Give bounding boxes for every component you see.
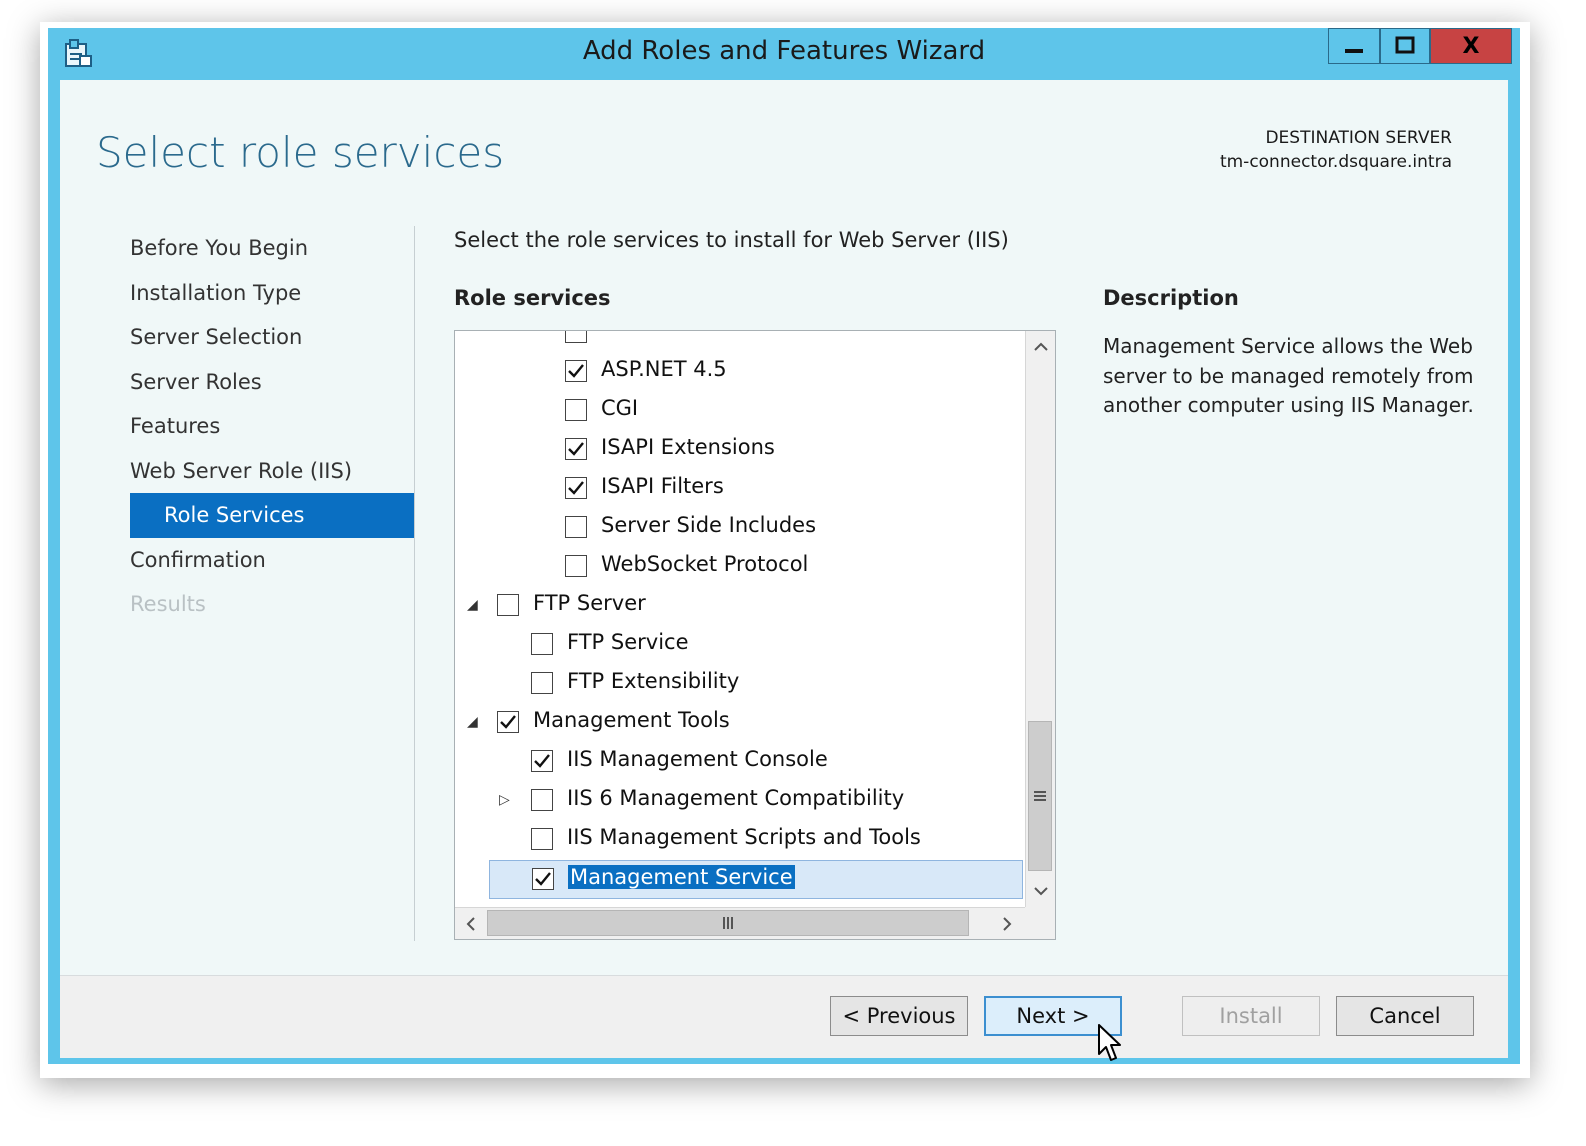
nav-item-features[interactable]: Features	[130, 404, 414, 449]
wizard-navigation: Before You Begin Installation Type Server …	[130, 226, 414, 627]
tree-row[interactable]: FTP Extensibility	[455, 665, 1023, 704]
tree-row[interactable]: FTP Service	[455, 626, 1023, 665]
grip-icon	[1034, 791, 1046, 801]
collapsed-triangle-icon[interactable]: ▷	[499, 792, 510, 808]
mouse-cursor-icon	[1098, 1024, 1121, 1061]
vertical-scrollbar[interactable]	[1025, 331, 1055, 907]
cancel-button[interactable]: Cancel	[1336, 996, 1474, 1036]
chevron-left-icon	[466, 916, 475, 931]
close-icon: X	[1462, 33, 1480, 59]
checkbox[interactable]	[565, 516, 587, 538]
expanded-triangle-icon[interactable]: ◢	[467, 597, 478, 613]
tree-row-label: FTP Extensibility	[567, 669, 740, 693]
tree-row-label: WebSocket Protocol	[601, 552, 809, 576]
tree-row-label: ASP.NET 4.5	[601, 357, 727, 381]
tree-row[interactable]: CGI	[455, 392, 1023, 431]
tree-row[interactable]: IIS Management Scripts and Tools	[455, 821, 1023, 860]
nav-item-installation-type[interactable]: Installation Type	[130, 271, 414, 316]
destination-server-name: tm-connector.dsquare.intra	[1219, 152, 1452, 172]
tree-row[interactable]: ◢ Management Tools	[455, 704, 1023, 743]
tree-row[interactable]: ISAPI Filters	[455, 470, 1023, 509]
description-text: Management Service allows the Web server…	[1103, 334, 1474, 417]
minimize-icon	[1345, 49, 1363, 53]
previous-button[interactable]: < Previous	[830, 996, 968, 1036]
horizontal-scroll-thumb[interactable]	[487, 910, 969, 936]
wizard-window: Add Roles and Features Wizard X Select r…	[48, 28, 1520, 1064]
tree-row-label: Server Side Includes	[601, 513, 817, 537]
tree-row[interactable]: Server Side Includes	[455, 509, 1023, 548]
title-bar[interactable]: Add Roles and Features Wizard X	[48, 28, 1520, 80]
tree-row-label: FTP Server	[533, 591, 646, 615]
nav-item-role-services[interactable]: Role Services	[130, 493, 414, 538]
nav-item-before-you-begin[interactable]: Before You Begin	[130, 226, 414, 271]
vertical-scroll-thumb[interactable]	[1028, 721, 1052, 871]
checkbox[interactable]	[497, 711, 519, 733]
tree-row-label: ISAPI Extensions	[601, 435, 775, 459]
tree-row[interactable]: ASP.NET 4.5	[455, 353, 1023, 392]
role-services-heading: Role services	[454, 286, 611, 310]
tree-row[interactable]: Management Service	[489, 860, 1023, 899]
role-services-tree[interactable]: ASP.NET 4.5 CGI ISAPI Extensions ISAPI Filt…	[454, 330, 1056, 940]
scrollbar-corner	[1025, 907, 1055, 939]
checkbox[interactable]	[531, 633, 553, 655]
horizontal-scrollbar[interactable]	[455, 907, 1025, 939]
maximize-button[interactable]	[1380, 28, 1430, 64]
tree-row-partial	[455, 331, 1023, 353]
tree-row[interactable]: WebSocket Protocol	[455, 548, 1023, 587]
checkbox[interactable]	[565, 477, 587, 499]
checkbox[interactable]	[565, 555, 587, 577]
tree-row[interactable]: ISAPI Extensions	[455, 431, 1023, 470]
tree-row[interactable]: ◢ FTP Server	[455, 587, 1023, 626]
nav-item-server-selection[interactable]: Server Selection	[130, 315, 414, 360]
tree-row-label: Management Tools	[533, 708, 730, 732]
tree-row-label: IIS Management Scripts and Tools	[567, 825, 921, 849]
nav-item-server-roles[interactable]: Server Roles	[130, 360, 414, 405]
nav-item-web-server-role-iis[interactable]: Web Server Role (IIS)	[130, 449, 414, 494]
wizard-footer: < Previous Next > Install Cancel	[60, 975, 1508, 1058]
tree-row[interactable]: ▷ IIS 6 Management Compatibility	[455, 782, 1023, 821]
chevron-up-icon	[1033, 342, 1048, 351]
checkbox[interactable]	[497, 594, 519, 616]
checkbox[interactable]	[531, 672, 553, 694]
minimize-button[interactable]	[1328, 28, 1380, 64]
tree-row-label: IIS Management Console	[567, 747, 828, 771]
nav-item-confirmation[interactable]: Confirmation	[130, 538, 414, 583]
maximize-icon	[1395, 36, 1415, 54]
tree-row-label: CGI	[601, 396, 639, 420]
tree-row-label: Management Service	[568, 865, 795, 889]
window-title: Add Roles and Features Wizard	[582, 36, 986, 66]
scroll-up-button[interactable]	[1026, 331, 1055, 361]
tree-row-label: ISAPI Filters	[601, 474, 724, 498]
close-button[interactable]: X	[1430, 28, 1512, 64]
checkbox[interactable]	[565, 360, 587, 382]
checkbox[interactable]	[565, 331, 587, 343]
checkbox[interactable]	[531, 828, 553, 850]
nav-item-results: Results	[130, 592, 206, 616]
grip-icon	[723, 917, 733, 929]
checkbox[interactable]	[532, 868, 554, 890]
description-heading: Description	[1103, 286, 1239, 310]
expanded-triangle-icon[interactable]: ◢	[467, 714, 478, 730]
scroll-down-button[interactable]	[1026, 877, 1055, 907]
destination-server-label: DESTINATION SERVER	[1265, 128, 1452, 148]
wizard-client-area: Select role services DESTINATION SERVER …	[60, 80, 1508, 1058]
instruction-text: Select the role services to install for …	[454, 228, 1009, 252]
install-button[interactable]: Install	[1182, 996, 1320, 1036]
scroll-left-button[interactable]	[455, 908, 485, 939]
tree-row-label: IIS 6 Management Compatibility	[567, 786, 905, 810]
nav-divider	[414, 226, 415, 941]
chevron-down-icon	[1033, 887, 1048, 896]
chevron-right-icon	[1003, 916, 1012, 931]
checkbox[interactable]	[565, 438, 587, 460]
checkbox[interactable]	[531, 789, 553, 811]
checkbox[interactable]	[565, 399, 587, 421]
checkbox[interactable]	[531, 750, 553, 772]
scroll-right-button[interactable]	[993, 908, 1023, 939]
page-title: Select role services	[96, 128, 505, 177]
tree-row[interactable]: IIS Management Console	[455, 743, 1023, 782]
tree-row-label: FTP Service	[567, 630, 689, 654]
